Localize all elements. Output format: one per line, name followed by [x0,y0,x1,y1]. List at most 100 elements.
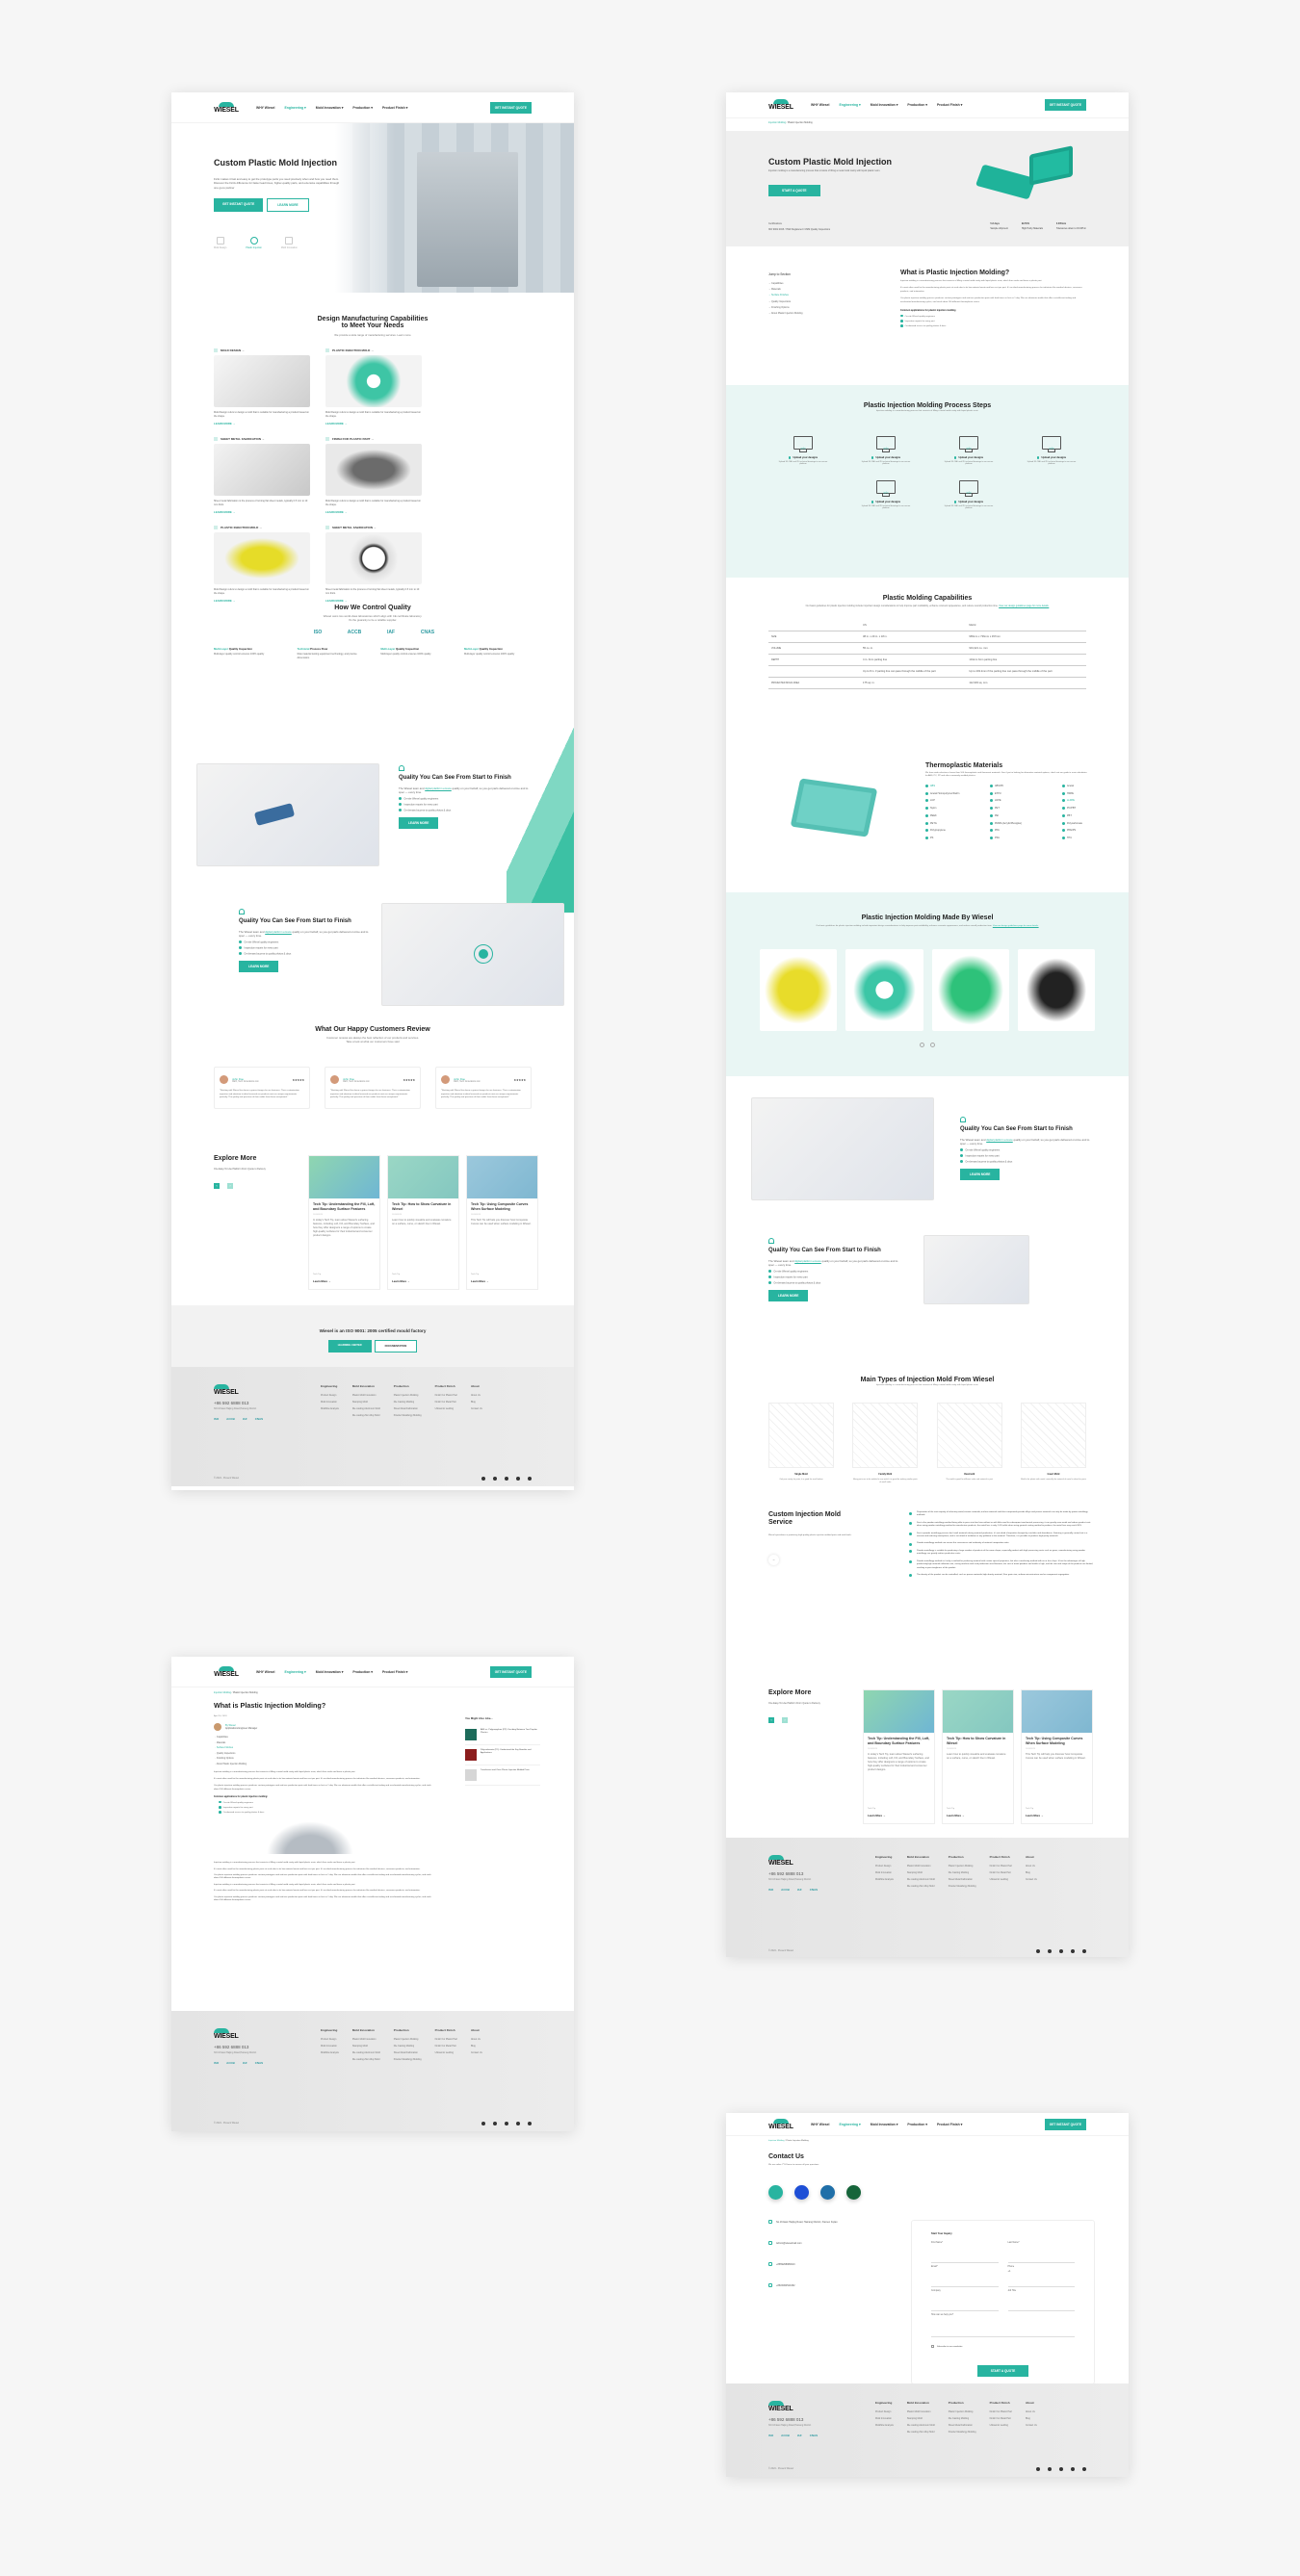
documentation-button[interactable]: DOCUMENTATION [374,1340,418,1352]
related-item[interactable]: Polycarbonate (PC): Understand the Key B… [465,1745,540,1765]
footer-link[interactable]: About Us [471,2038,482,2041]
message-textarea[interactable] [931,2316,1075,2337]
footer-link[interactable]: Plastic Mold Innovation [907,1865,935,1868]
footer-link[interactable]: Powder Metallurgy Molding [949,2431,976,2434]
footer-link[interactable]: Moldflow Analysis [321,2051,339,2054]
article-title[interactable]: Tech Tip: Understanding the Fill, Loft, … [309,1198,379,1214]
footer-link[interactable]: Blog [1026,1871,1037,1874]
learning-center-button[interactable]: LEARNING CENTER [327,1340,372,1352]
dribbble-icon[interactable] [1082,1949,1086,1953]
capability-label[interactable]: FINISH FOR PLASTIC PART → [325,437,422,442]
footer-link[interactable]: Plastic Injection Molding [949,1865,976,1868]
footer-link[interactable]: Contact Us [1026,2424,1037,2427]
footer-link[interactable]: Sheet Metal Fabrication [949,1878,976,1881]
design-guidelines-link[interactable]: View our design guidelines page for more… [999,605,1049,607]
get-instant-quote-button[interactable]: GET INSTANT QUOTE [1044,99,1086,111]
youtube-icon[interactable] [1059,1949,1063,1953]
play-icon[interactable] [479,949,488,959]
pinterest-icon[interactable] [493,2122,497,2125]
footer-link[interactable]: Product Design [875,2410,894,2413]
footer-link[interactable]: Finish For Plastic Part [435,1394,457,1397]
field-input[interactable] [1007,2244,1075,2263]
breadcrumb-link[interactable]: Injection Molding [768,121,786,124]
next-arrow-icon[interactable] [930,1043,935,1048]
footer-link[interactable]: Plastic Mold Innovation [352,1394,380,1397]
nav-item-why-wiesel[interactable]: WHY Wiesel [811,103,830,107]
field-input[interactable] [931,2244,999,2263]
nav-item-why-wiesel[interactable]: WHY Wiesel [256,1670,275,1674]
logo[interactable]: WIESEL [214,1665,239,1678]
footer-link[interactable]: Ultrasonic welding [990,2424,1012,2427]
jump-link[interactable]: → Materials [768,288,865,291]
instagram-icon[interactable] [1071,1949,1075,1953]
footer-link[interactable]: Stamping Mold [907,2417,935,2420]
learn-more-link[interactable]: LEARN MORE → [325,510,422,514]
newsletter-checkbox[interactable] [931,2345,934,2348]
hero-tab[interactable]: Plastic Injection [246,237,262,249]
get-instant-quote-button[interactable]: GET INSTANT QUOTE [489,101,532,114]
learn-more-link[interactable]: LEARN MORE → [325,599,422,603]
toc-link[interactable]: → About Plastic Injection Molding [214,1764,435,1765]
contact-info-text[interactable]: Admin@wieselmail.com [776,2242,802,2245]
field-input[interactable]: +1 [1007,2268,1075,2287]
footer-link[interactable]: Mold Innovation [875,1871,894,1874]
article-title[interactable]: Tech Tip: Using Composite Curves When Su… [467,1198,537,1214]
article-card[interactable]: Tech Tip: Understanding the Fill, Loft, … [308,1155,380,1290]
footer-link[interactable]: Finish For Plastic Part [435,2038,457,2041]
footer-link[interactable]: Finish For Plastic Part [990,2410,1012,2413]
gallery-image[interactable] [845,949,923,1032]
learn-more-button[interactable]: LEARN MORE [768,1289,809,1301]
footer-link[interactable]: Sheet Metal Fabrication [394,1407,422,1410]
nav-item-product-finish[interactable]: Product Finish ▾ [382,106,407,110]
prev-arrow-icon[interactable] [920,1043,924,1048]
article-card[interactable]: Tech Tip: Using Composite Curves When Su… [1021,1689,1093,1824]
facebook-icon[interactable] [481,2122,485,2125]
pinterest-icon[interactable] [493,1477,497,1481]
learn-more-link[interactable]: Learn More → [388,1275,414,1287]
field-input[interactable] [931,2268,999,2287]
learn-more-link[interactable]: Learn More → [864,1810,890,1821]
footer-link[interactable]: Ultrasonic welding [435,1407,457,1410]
prev-arrow-icon[interactable]: ‹ [214,1182,220,1189]
footer-link[interactable]: Moldflow Analysis [875,2424,894,2427]
footer-link[interactable]: Stamping Mold [907,1871,935,1874]
footer-link[interactable]: Die casting Aluminum Mold [907,1878,935,1881]
nav-item-product-finish[interactable]: Product Finish ▾ [937,103,962,107]
footer-link[interactable]: Die casting Aluminum Mold [352,1407,380,1410]
learn-more-link[interactable]: Learn More → [309,1275,335,1287]
footer-link[interactable]: Finish For Metal Part [435,2045,457,2048]
nav-item-mold-innovation[interactable]: Mold Innovation ▾ [871,2123,898,2126]
footer-link[interactable]: Die casting Zinc Alloy Mold [907,2431,935,2434]
learn-more-button[interactable]: LEARN MORE [267,198,309,213]
nav-item-production[interactable]: Production ▾ [907,103,927,107]
footer-link[interactable]: Powder Metallurgy Molding [394,2058,422,2061]
dribbble-icon[interactable] [528,1477,532,1481]
nav-item-why-wiesel[interactable]: WHY Wiesel [256,106,275,110]
gallery-image[interactable] [931,949,1009,1032]
nav-item-mold-innovation[interactable]: Mold Innovation ▾ [871,103,898,107]
nav-item-mold-innovation[interactable]: Mold Innovation ▾ [316,106,344,110]
digital-platform-link[interactable]: digital platform ensure [425,786,452,790]
footer-link[interactable]: Stamping Mold [352,1401,380,1404]
footer-link[interactable]: Powder Metallurgy Molding [949,1885,976,1888]
breadcrumb-link[interactable]: Injection Molding [214,1691,231,1694]
jump-link[interactable]: → Capabilities [768,282,865,285]
instagram-icon[interactable] [820,2185,835,2200]
pinterest-icon[interactable] [1048,1949,1052,1953]
footer-link[interactable]: Plastic Mold Innovation [907,2410,935,2413]
toc-link[interactable]: → Materials [214,1742,435,1744]
contact-info-text[interactable]: +8659268880013 [776,2263,795,2266]
logo[interactable]: WIESEL [768,99,793,111]
footer-link[interactable]: Plastic Injection Molding [394,1394,422,1397]
footer-link[interactable]: Finish For Metal Part [435,1401,457,1404]
footer-link[interactable]: Plastic Injection Molding [949,2410,976,2413]
footer-link[interactable]: Moldflow Analysis [875,1878,894,1881]
footer-link[interactable]: Blog [1026,2417,1037,2420]
breadcrumb-link[interactable]: Injection Molding [768,2140,784,2142]
learn-more-button[interactable]: LEARN MORE [399,816,439,829]
pinterest-icon[interactable] [1048,2467,1052,2471]
jump-link[interactable]: → About Plastic Injection Molding [768,312,865,315]
footer-link[interactable]: Die casting Zinc Alloy Mold [352,2058,380,2061]
instagram-icon[interactable] [1071,2467,1075,2471]
learn-more-link[interactable]: LEARN MORE → [214,510,310,514]
